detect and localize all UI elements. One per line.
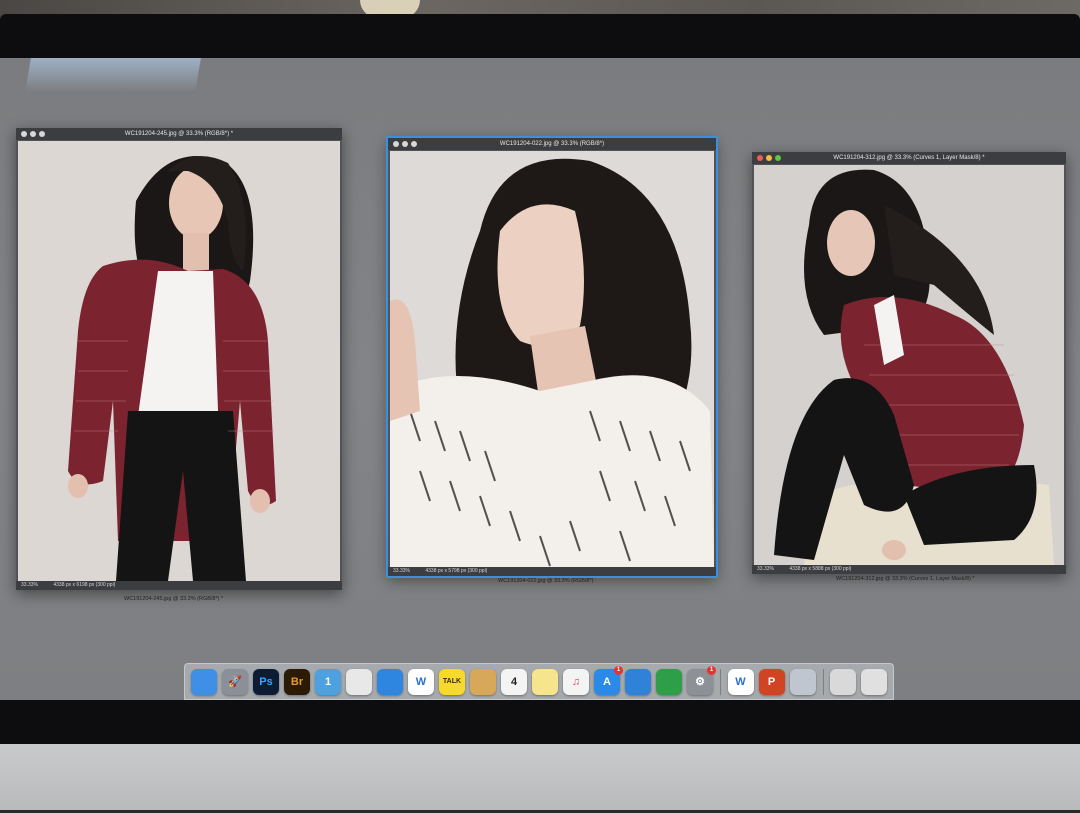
bridge-icon[interactable]: Br: [284, 668, 310, 695]
window-statusbar: 33.33% 4338 px x 5888 px (300 ppi): [752, 565, 1066, 574]
finder-icon[interactable]: [191, 668, 217, 695]
notes-icon[interactable]: [532, 668, 558, 695]
system-preferences-icon[interactable]: ⚙ 1: [687, 665, 716, 695]
window-titlebar[interactable]: WC191204-022.jpg @ 33.3% (RGB/8*): [388, 138, 716, 150]
window-caption: WC191204-022.jpg @ 33.3% (RGB/8*): [498, 578, 594, 584]
window-statusbar: 33.33% 4338 px x 6198 px (300 ppi): [16, 581, 342, 590]
keynote-icon[interactable]: [625, 668, 651, 695]
preview-icon[interactable]: [789, 668, 816, 695]
launchpad-icon[interactable]: 🚀: [222, 668, 248, 695]
notification-badge: 1: [707, 665, 716, 675]
zoom-level[interactable]: 33.33%: [757, 566, 774, 572]
desktop-screen: WC191204-245.jpg @ 33.3% (RGB/8*) * 33.3…: [0, 58, 1080, 700]
zoom-level[interactable]: 33.33%: [393, 568, 410, 574]
image-canvas[interactable]: [18, 141, 340, 581]
dock: 🚀 Ps Br 1 W TALK 4 ♫ A 1 ⚙ 1 W P: [184, 663, 894, 700]
window-titlebar[interactable]: WC191204-312.jpg @ 33.3% (Curves 1, Laye…: [752, 152, 1066, 164]
window-title: WC191204-245.jpg @ 33.3% (RGB/8*) *: [124, 131, 234, 137]
portrait-photo-closeup: [390, 151, 714, 567]
downloads-icon[interactable]: [830, 668, 856, 695]
one-password-icon[interactable]: 1: [315, 668, 341, 695]
numbers-icon[interactable]: [656, 668, 682, 695]
screen-glare: [25, 58, 201, 92]
document-window-022[interactable]: WC191204-022.jpg @ 33.3% (RGB/8*) 33.33%…: [386, 136, 718, 578]
document-dimensions: 4338 px x 5888 px (300 ppi): [789, 566, 852, 572]
photoshop-icon[interactable]: Ps: [253, 668, 279, 695]
portrait-photo-seated: [754, 165, 1064, 565]
window-title: WC191204-022.jpg @ 33.3% (RGB/8*): [499, 141, 605, 147]
image-canvas[interactable]: [390, 151, 714, 567]
zoom-level[interactable]: 33.33%: [21, 582, 38, 588]
safari-icon[interactable]: [377, 668, 403, 695]
document-dimensions: 4338 px x 6198 px (300 ppi): [53, 582, 116, 588]
document-dimensions: 4338 px x 5798 px (300 ppi): [425, 568, 488, 574]
powerpoint-icon[interactable]: P: [758, 668, 785, 695]
dock-separator: [720, 668, 721, 695]
app-store-icon[interactable]: A1: [594, 665, 623, 695]
trash-icon[interactable]: [861, 668, 887, 695]
kakaotalk-icon[interactable]: TALK: [439, 668, 465, 695]
wunderlist-icon[interactable]: W: [408, 668, 434, 695]
window-caption: WC191204-245.jpg @ 33.3% (RGB/8*) *: [124, 596, 224, 602]
image-canvas[interactable]: [754, 165, 1064, 565]
dock-separator: [822, 668, 823, 695]
music-icon[interactable]: ♫: [563, 668, 589, 695]
chrome-icon[interactable]: [346, 668, 372, 695]
apple-logo-icon: [522, 767, 568, 813]
window-statusbar: 33.33% 4338 px x 5798 px (300 ppi): [388, 567, 716, 576]
document-window-312[interactable]: WC191204-312.jpg @ 33.3% (Curves 1, Laye…: [752, 152, 1066, 574]
folder-icon[interactable]: [470, 668, 496, 695]
wunderlist-2-icon[interactable]: W: [727, 668, 754, 695]
window-caption: WC191204-312.jpg @ 33.3% (Curves 1, Laye…: [836, 576, 975, 582]
notification-badge: 1: [614, 665, 623, 675]
portrait-photo-standing: [18, 141, 340, 581]
calendar-icon[interactable]: 4: [501, 668, 527, 695]
window-title: WC191204-312.jpg @ 33.3% (Curves 1, Laye…: [833, 155, 985, 161]
document-window-245[interactable]: WC191204-245.jpg @ 33.3% (RGB/8*) * 33.3…: [16, 128, 342, 590]
window-titlebar[interactable]: WC191204-245.jpg @ 33.3% (RGB/8*) *: [16, 128, 342, 140]
